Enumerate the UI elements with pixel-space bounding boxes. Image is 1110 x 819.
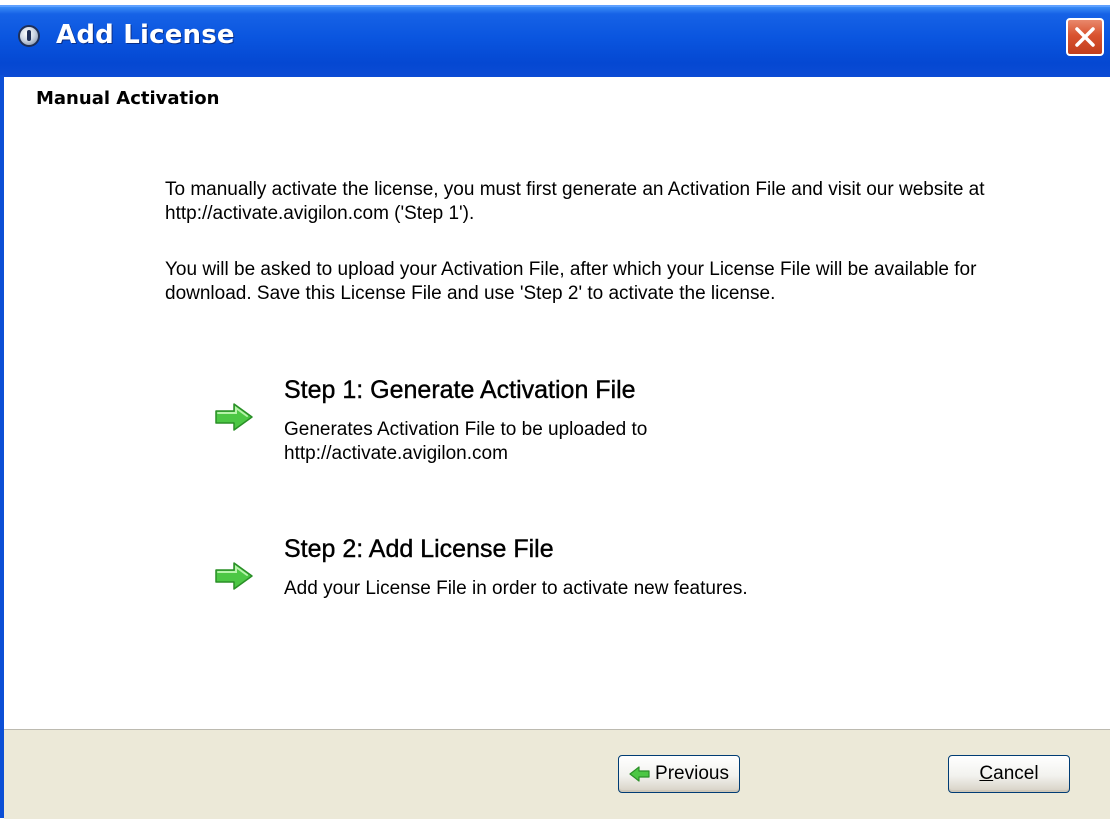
- step-1-description: Generates Activation File to be uploaded…: [284, 419, 648, 464]
- instruction-paragraph-1: To manually activate the license, you mu…: [165, 179, 985, 224]
- close-icon: [1075, 27, 1095, 47]
- app-icon: [18, 25, 40, 47]
- close-button[interactable]: [1066, 18, 1104, 56]
- step-2-title[interactable]: Step 2: Add License File: [284, 535, 554, 564]
- step-1-title[interactable]: Step 1: Generate Activation File: [284, 376, 636, 405]
- window-title: Add License: [56, 20, 235, 50]
- cancel-button[interactable]: Cancel: [948, 755, 1070, 793]
- cancel-accelerator: C: [979, 763, 994, 784]
- title-bar[interactable]: Add License: [0, 5, 1110, 77]
- previous-button[interactable]: Previous: [618, 755, 740, 793]
- green-arrow-icon[interactable]: [214, 402, 254, 432]
- page-title: Manual Activation: [36, 88, 220, 109]
- previous-button-label: Previous: [655, 763, 729, 784]
- add-license-dialog: Add License Manual Activation To manuall…: [0, 0, 1110, 819]
- cancel-button-label: ancel: [993, 763, 1039, 784]
- instruction-paragraph-2: You will be asked to upload your Activat…: [165, 259, 977, 304]
- dialog-footer: Previous Cancel: [4, 729, 1110, 819]
- step-2-description: Add your License File in order to activa…: [284, 578, 748, 599]
- back-arrow-icon: [629, 766, 650, 782]
- window-border: [0, 75, 4, 818]
- green-arrow-icon[interactable]: [214, 561, 254, 591]
